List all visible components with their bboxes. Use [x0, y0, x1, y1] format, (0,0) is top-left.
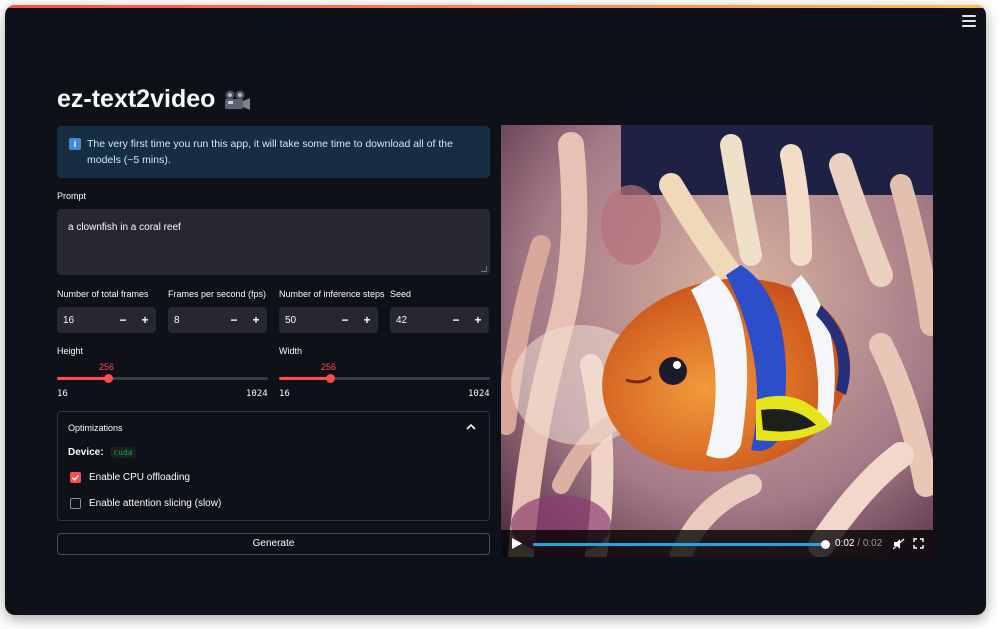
seed-input[interactable]: 42 − + [390, 307, 489, 333]
width-slider-min: 16 [279, 389, 290, 399]
optimizations-expander: Optimizations Device: cuda Enable CPU of… [57, 411, 490, 521]
device-value: cuda [110, 447, 136, 458]
video-time: 0:02 / 0:02 [835, 538, 882, 549]
page-title: ez-text2video [57, 85, 251, 114]
fps-label: Frames per second (fps) [168, 289, 267, 299]
info-icon: i [69, 138, 81, 150]
prompt-value: a clownfish in a coral reef [68, 222, 181, 233]
fps-increment-button[interactable]: + [245, 313, 267, 327]
attention-slicing-checkbox[interactable]: Enable attention slicing (slow) [70, 498, 221, 509]
video-controls: 0:02 / 0:02 [501, 530, 933, 557]
width-slider-thumb[interactable] [325, 374, 335, 383]
optimizations-header[interactable]: Optimizations [68, 423, 123, 433]
steps-increment-button[interactable]: + [356, 313, 378, 327]
generate-button[interactable]: Generate [57, 533, 490, 555]
frames-label: Number of total frames [57, 289, 149, 299]
play-icon[interactable] [512, 538, 522, 549]
volume-muted-icon[interactable] [893, 538, 905, 550]
seed-value[interactable]: 42 [390, 315, 445, 326]
video-seek-fill [533, 540, 830, 549]
height-label: Height [57, 346, 84, 356]
seed-increment-button[interactable]: + [467, 313, 489, 327]
frames-decrement-button[interactable]: − [112, 313, 134, 327]
steps-value[interactable]: 50 [279, 315, 334, 326]
seed-label: Seed [390, 289, 412, 299]
fps-decrement-button[interactable]: − [223, 313, 245, 327]
video-player[interactable]: 0:02 / 0:02 [501, 125, 933, 557]
chevron-up-icon[interactable] [466, 423, 476, 431]
frames-value[interactable]: 16 [57, 315, 112, 326]
video-seek-thumb[interactable] [821, 540, 830, 549]
header-decoration [5, 5, 986, 8]
video-time-separator: / [854, 538, 863, 549]
height-slider-min: 16 [57, 389, 68, 399]
width-slider-fill [279, 377, 330, 380]
movie-camera-icon [225, 90, 251, 110]
device-label: Device: [68, 447, 104, 458]
prompt-label: Prompt [57, 191, 87, 201]
width-slider-max: 1024 [468, 389, 490, 399]
height-slider-thumb[interactable] [103, 374, 113, 383]
height-slider-max: 1024 [246, 389, 268, 399]
steps-input[interactable]: 50 − + [279, 307, 378, 333]
fps-value[interactable]: 8 [168, 315, 223, 326]
steps-label: Number of inference steps [279, 289, 385, 299]
width-slider[interactable] [279, 374, 490, 383]
video-duration: 0:02 [862, 538, 883, 549]
fullscreen-icon[interactable] [913, 538, 924, 549]
checkbox-checked-icon[interactable] [70, 472, 81, 483]
attention-slicing-label: Enable attention slicing (slow) [89, 498, 222, 509]
video-current-time: 0:02 [835, 538, 855, 549]
cpu-offloading-checkbox[interactable]: Enable CPU offloading [70, 472, 190, 483]
info-alert: i The very first time you run this app, … [57, 126, 490, 178]
seed-decrement-button[interactable]: − [445, 313, 467, 327]
frames-input[interactable]: 16 − + [57, 307, 156, 333]
height-slider-value: 256 [99, 362, 115, 372]
app-window: ez-text2video i The very first time you … [5, 5, 986, 615]
width-label: Width [279, 346, 303, 356]
prompt-textarea[interactable]: a clownfish in a coral reef [57, 209, 490, 275]
video-frame-clownfish [501, 125, 933, 557]
video-seek-bar[interactable] [533, 540, 830, 549]
width-slider-value: 256 [321, 362, 337, 372]
checkbox-unchecked-icon[interactable] [70, 498, 81, 509]
main-menu-button[interactable] [962, 15, 976, 27]
resize-handle[interactable] [481, 266, 487, 272]
device-line: Device: cuda [68, 447, 136, 458]
steps-decrement-button[interactable]: − [334, 313, 356, 327]
frames-increment-button[interactable]: + [134, 313, 156, 327]
fps-input[interactable]: 8 − + [168, 307, 267, 333]
info-text: The very first time you run this app, it… [87, 138, 453, 166]
height-slider[interactable] [57, 374, 268, 383]
cpu-offloading-label: Enable CPU offloading [89, 472, 190, 483]
page-title-text: ez-text2video [57, 85, 216, 113]
height-slider-fill [57, 377, 108, 380]
